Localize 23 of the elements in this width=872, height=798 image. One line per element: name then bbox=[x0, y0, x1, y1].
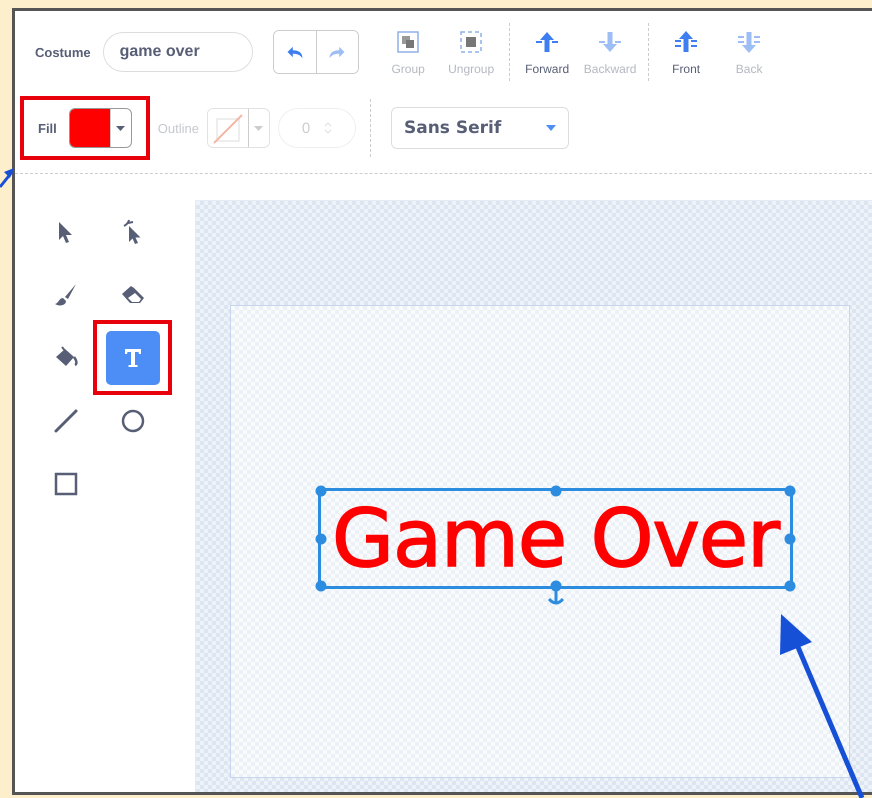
costume-label: Costume bbox=[35, 44, 91, 60]
caret-icon bbox=[116, 126, 126, 130]
font-dropdown[interactable]: Sans Serif bbox=[390, 107, 569, 149]
fill-color-picker[interactable] bbox=[68, 108, 132, 148]
caret-icon bbox=[254, 126, 264, 130]
pointer-arrow bbox=[0, 168, 14, 188]
outline-color-picker[interactable] bbox=[206, 108, 270, 148]
costume-name-field[interactable]: game over bbox=[102, 32, 253, 72]
outline-label: Outline bbox=[158, 120, 199, 136]
resize-handle[interactable] bbox=[316, 533, 326, 544]
fill-label: Fill bbox=[38, 120, 57, 136]
front-button[interactable]: Front bbox=[654, 28, 718, 76]
line-icon bbox=[52, 406, 80, 434]
resize-handle[interactable] bbox=[784, 533, 796, 544]
resize-handle[interactable] bbox=[316, 486, 326, 496]
resize-handle[interactable] bbox=[316, 580, 326, 592]
artboard[interactable]: Game Over bbox=[230, 305, 850, 778]
resize-handle[interactable] bbox=[550, 486, 561, 496]
text-tool[interactable] bbox=[106, 330, 160, 384]
forward-button[interactable]: Forward bbox=[516, 28, 579, 76]
resize-handle[interactable] bbox=[784, 486, 796, 496]
caret-icon bbox=[546, 125, 556, 131]
resize-handle[interactable] bbox=[784, 580, 796, 592]
